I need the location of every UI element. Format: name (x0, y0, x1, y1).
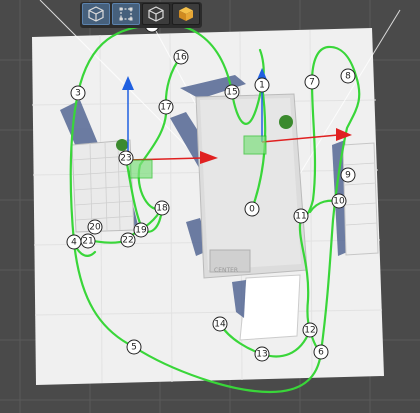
tree-2 (116, 139, 128, 151)
waypoint-label: 13 (256, 350, 267, 360)
waypoint-marker[interactable]: 10 (331, 193, 347, 209)
waypoint-marker[interactable]: 17 (158, 99, 174, 115)
waypoint-marker[interactable]: 0 (244, 201, 260, 217)
waypoint-label: 10 (333, 197, 345, 207)
waypoint-label: 0 (249, 205, 255, 215)
waypoint-marker[interactable]: 12 (302, 322, 318, 338)
waypoint-label: 4 (71, 238, 77, 248)
shaded-cube-icon (179, 7, 193, 21)
waypoint-marker[interactable]: 6 (313, 344, 329, 360)
waypoint-label: 3 (75, 89, 81, 99)
waypoint-label: 1 (259, 81, 265, 91)
waypoint-marker[interactable]: 21 (80, 233, 96, 249)
scene-view[interactable]: CENTER 01345 678910111213141516171819202… (0, 0, 420, 413)
waypoint-label: 11 (295, 212, 306, 222)
right-building (342, 142, 379, 256)
waypoint-marker[interactable]: 19 (133, 222, 149, 238)
waypoint-label: 14 (214, 320, 226, 330)
waypoint-marker[interactable]: 18 (154, 200, 170, 216)
waypoint-label: 20 (89, 223, 101, 233)
waypoint-marker[interactable]: 11 (293, 208, 309, 224)
view-cube-button[interactable] (82, 3, 110, 25)
waypoint-label: 18 (156, 204, 168, 214)
waypoint-label: 23 (120, 154, 131, 164)
waypoint-marker[interactable]: 9 (340, 167, 356, 183)
waypoint-label: 21 (82, 237, 93, 247)
waypoint-marker[interactable]: 16 (173, 49, 189, 65)
waypoint-marker[interactable]: 1 (254, 77, 270, 93)
cube-outline-icon (148, 6, 164, 22)
waypoint-label: 17 (160, 103, 171, 113)
waypoint-marker[interactable]: 7 (304, 74, 320, 90)
waypoint-label: 9 (345, 171, 351, 181)
waypoint-marker[interactable]: 20 (87, 219, 103, 235)
waypoint-marker[interactable]: 13 (254, 346, 270, 362)
waypoint-marker[interactable]: 8 (340, 68, 356, 84)
waypoint-marker[interactable]: 23 (118, 150, 134, 166)
waypoint-label: 19 (135, 226, 147, 236)
view-cube-icon (88, 6, 104, 22)
rect-transform-icon (119, 7, 133, 21)
waypoint-label: 6 (318, 348, 324, 358)
cube-outline-button[interactable] (142, 3, 170, 25)
waypoint-marker[interactable]: 4 (66, 234, 82, 250)
waypoint-label: 5 (131, 343, 137, 353)
waypoint-label: 8 (345, 72, 351, 82)
shaded-cube-button[interactable] (172, 3, 200, 25)
front-block (239, 274, 301, 341)
waypoint-marker[interactable]: 5 (126, 339, 142, 355)
scene-toolbar (80, 2, 202, 28)
waypoint-label: 15 (226, 88, 237, 98)
waypoint-marker[interactable]: 15 (224, 84, 240, 100)
waypoint-marker[interactable]: 14 (212, 316, 228, 332)
svg-text:CENTER: CENTER (214, 267, 238, 274)
rect-transform-button[interactable] (112, 3, 140, 25)
waypoint-marker[interactable]: 3 (70, 85, 86, 101)
tree-1 (279, 115, 293, 129)
waypoint-label: 7 (309, 78, 315, 88)
waypoint-label: 12 (304, 326, 315, 336)
waypoint-label: 22 (122, 236, 133, 246)
waypoint-label: 16 (175, 53, 187, 63)
waypoint-marker[interactable]: 22 (120, 232, 136, 248)
